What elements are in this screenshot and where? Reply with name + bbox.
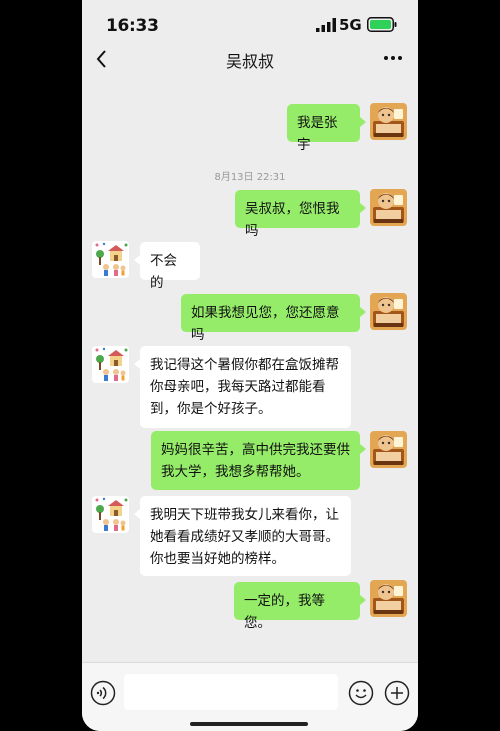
self-avatar[interactable] bbox=[370, 103, 407, 140]
signal-icon bbox=[316, 18, 336, 32]
message-input[interactable] bbox=[124, 674, 338, 710]
message-bubble[interactable]: 如果我想见您，您还愿意吗 bbox=[181, 294, 366, 343]
message-line: 到，你是个好孩子。 bbox=[150, 401, 272, 417]
contact-avatar[interactable] bbox=[92, 241, 129, 278]
message-line: 我记得这个暑假你都在盒饭摊帮 bbox=[150, 357, 339, 373]
message-line: 我明天下班带我女儿来看你，让 bbox=[150, 507, 339, 523]
message-text: 如果我想见您，您还愿意吗 bbox=[191, 305, 340, 343]
message-line: 你也要当好她的榜样。 bbox=[150, 551, 285, 567]
chat-header: 吴叔叔 bbox=[82, 44, 418, 76]
message-bubble[interactable]: 一定的，我等您。 bbox=[234, 582, 366, 631]
more-dots-icon[interactable] bbox=[378, 44, 408, 72]
input-bar bbox=[82, 662, 418, 731]
message-bubble[interactable]: 妈妈很辛苦，高中供完我还要供 我大学，我想多帮帮她。 bbox=[151, 431, 366, 490]
contact-avatar[interactable] bbox=[92, 346, 129, 383]
message-text: 不会的 bbox=[150, 253, 177, 291]
status-bar: 16:33 5G bbox=[82, 0, 418, 44]
message-text: 我是张宇 bbox=[297, 115, 338, 153]
emoji-icon[interactable] bbox=[348, 680, 374, 706]
message-text: 吴叔叔，您恨我吗 bbox=[245, 201, 340, 239]
phone-screen: 16:33 5G 吴叔叔 我是张宇 8月13日 22:31 吴叔叔，您恨我吗 不… bbox=[82, 0, 418, 731]
message-bubble[interactable]: 不会的 bbox=[134, 242, 200, 291]
message-line: 我大学，我想多帮帮她。 bbox=[161, 464, 310, 480]
voice-icon[interactable] bbox=[90, 680, 116, 706]
self-avatar[interactable] bbox=[370, 189, 407, 226]
message-line: 你母亲吧，我每天路过都能看 bbox=[150, 379, 326, 395]
message-line: 她看看成绩好又孝顺的大哥哥。 bbox=[150, 529, 339, 545]
network-type: 5G bbox=[339, 16, 362, 34]
self-avatar[interactable] bbox=[370, 580, 407, 617]
message-line: 妈妈很辛苦，高中供完我还要供 bbox=[161, 442, 350, 458]
message-bubble[interactable]: 吴叔叔，您恨我吗 bbox=[235, 190, 366, 239]
self-avatar[interactable] bbox=[370, 431, 407, 468]
self-avatar[interactable] bbox=[370, 293, 407, 330]
contact-avatar[interactable] bbox=[92, 496, 129, 533]
message-bubble[interactable]: 我是张宇 bbox=[287, 104, 366, 153]
chat-title: 吴叔叔 bbox=[225, 52, 274, 71]
home-indicator bbox=[190, 722, 308, 726]
message-text: 一定的，我等您。 bbox=[244, 593, 325, 631]
message-bubble[interactable]: 我记得这个暑假你都在盒饭摊帮 你母亲吧，我每天路过都能看 到，你是个好孩子。 bbox=[134, 346, 351, 428]
battery-icon bbox=[367, 17, 397, 32]
plus-icon[interactable] bbox=[384, 680, 410, 706]
chat-timestamp: 8月13日 22:31 bbox=[214, 172, 286, 183]
status-time: 16:33 bbox=[106, 16, 159, 36]
message-bubble[interactable]: 我明天下班带我女儿来看你，让 她看看成绩好又孝顺的大哥哥。 你也要当好她的榜样。 bbox=[134, 496, 351, 576]
